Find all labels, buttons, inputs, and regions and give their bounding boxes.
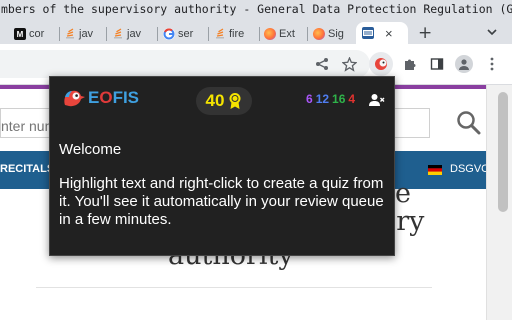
gdpr-icon <box>362 27 374 39</box>
tab-6[interactable]: Ext <box>264 24 304 44</box>
window-title: mbers of the supervisory authority - Gen… <box>0 0 512 20</box>
popup-welcome-heading: Welcome <box>59 141 122 158</box>
search-icon[interactable] <box>456 110 482 136</box>
tab-label: cor <box>29 28 45 40</box>
tab-label: fire <box>229 28 245 40</box>
extensions-puzzle-icon[interactable] <box>402 56 418 72</box>
german-flag-icon[interactable] <box>428 165 442 175</box>
tab-3[interactable]: jav <box>112 24 152 44</box>
firefox-icon <box>313 28 325 40</box>
stackoverflow-icon <box>112 28 124 40</box>
stat-red: 4 <box>348 92 356 106</box>
tab-1[interactable]: M cor <box>14 24 58 44</box>
profile-avatar-icon[interactable] <box>455 55 473 73</box>
tab-7[interactable]: Sig <box>313 24 353 44</box>
score-value: 40 <box>205 91 225 110</box>
tab-label: jav <box>79 28 94 40</box>
logo-suffix: FIS <box>112 88 140 107</box>
eofis-logo: EOFIS <box>62 87 139 109</box>
bookmark-star-icon[interactable] <box>341 56 357 72</box>
eofis-extension-icon <box>373 56 389 72</box>
nav-dsgvo-link[interactable]: DSGVO <box>450 163 490 175</box>
nav-recitals-link[interactable]: RECITALS <box>0 163 54 175</box>
tab-2[interactable]: jav <box>64 24 104 44</box>
stackoverflow-icon <box>214 28 226 40</box>
stat-green: 16 <box>332 92 346 106</box>
m-logo-icon: M <box>14 28 26 40</box>
close-tab-icon[interactable]: × <box>385 26 393 41</box>
stackoverflow-icon <box>64 28 76 40</box>
user-remove-icon[interactable] <box>369 93 385 107</box>
award-ribbon-icon <box>229 93 241 109</box>
page-heading-fragment: e <box>395 178 411 209</box>
share-icon[interactable] <box>314 56 330 72</box>
scrollbar-thumb[interactable] <box>498 92 508 212</box>
tab-label: Sig <box>328 28 344 40</box>
side-panel-icon[interactable] <box>429 56 445 72</box>
tab-label: Ext <box>279 28 295 40</box>
google-icon <box>163 28 175 40</box>
tab-label: jav <box>127 28 142 40</box>
logo-wordmark: EOFIS <box>88 88 139 108</box>
eofis-popup: EOFIS 40 6 12 16 4 Welcome Highlight tex… <box>49 76 395 256</box>
tab-search-chevron-icon[interactable] <box>486 26 498 38</box>
menu-kebab-icon[interactable] <box>484 56 500 72</box>
popup-instructions: Highlight text and right-click to create… <box>59 175 384 228</box>
stat-purple: 6 <box>306 92 313 106</box>
tab-active[interactable]: × <box>356 22 408 44</box>
logo-red-letter: O <box>99 88 113 107</box>
content-divider <box>36 287 432 288</box>
logo-prefix: E <box>88 88 100 107</box>
firefox-icon <box>264 28 276 40</box>
tab-label: ser <box>178 28 194 40</box>
stat-blue: 12 <box>315 92 330 106</box>
review-stats: 6 12 16 4 <box>306 92 355 106</box>
new-tab-button[interactable]: + <box>418 23 432 43</box>
score-badge[interactable]: 40 <box>196 87 252 115</box>
tab-5[interactable]: fire <box>214 24 256 44</box>
eofis-bird-icon <box>64 90 85 107</box>
tab-4[interactable]: ser <box>163 24 205 44</box>
